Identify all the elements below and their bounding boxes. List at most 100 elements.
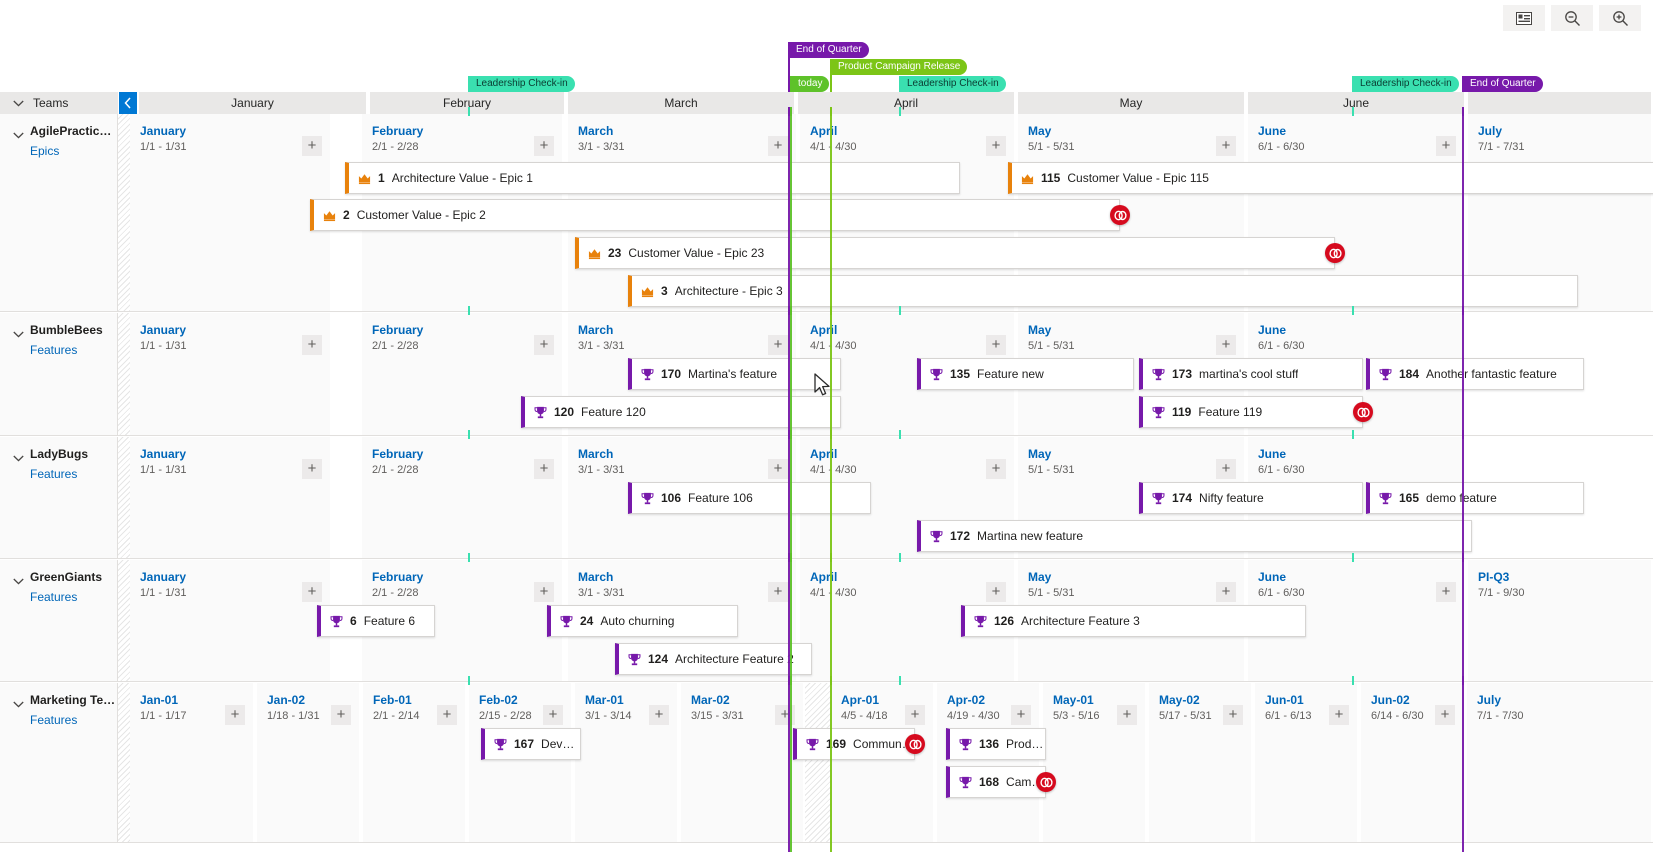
add-item-button[interactable]: +: [1216, 582, 1236, 602]
milestone-flag[interactable]: today: [792, 76, 830, 92]
feature-card[interactable]: 184 Another fantastic feature: [1366, 358, 1584, 390]
zoom-out-button[interactable]: [1551, 5, 1593, 31]
team-backlog-level-link[interactable]: Epics: [30, 144, 59, 158]
add-item-button[interactable]: +: [768, 459, 788, 479]
team-backlog-level-link[interactable]: Features: [30, 467, 77, 481]
team-collapse-chevron-icon[interactable]: [13, 449, 24, 467]
dependency-badge[interactable]: [1353, 402, 1373, 422]
feature-card[interactable]: 168Campa...: [946, 766, 1046, 798]
iteration-cell: May-02 5/17 - 5/31 +: [1149, 683, 1253, 842]
team-backlog-level-link[interactable]: Features: [30, 343, 77, 357]
feature-card[interactable]: 173 martina's cool stuff: [1139, 358, 1363, 390]
milestone-flag[interactable]: End of Quarter: [1464, 76, 1543, 92]
add-item-button[interactable]: +: [302, 136, 322, 156]
add-item-button[interactable]: +: [1436, 136, 1456, 156]
feature-card[interactable]: 170 Martina's feature: [628, 358, 841, 390]
feature-card[interactable]: 165 demo feature: [1366, 482, 1584, 514]
add-item-button[interactable]: +: [768, 582, 788, 602]
epic-card[interactable]: 1 Architecture Value - Epic 1: [345, 162, 960, 194]
feature-card[interactable]: 126 Architecture Feature 3: [961, 605, 1306, 637]
add-item-button[interactable]: +: [543, 705, 563, 725]
team-backlog-level-link[interactable]: Features: [30, 713, 77, 727]
iteration-cell: January 1/1 - 1/31 +: [130, 437, 332, 558]
dependency-link-icon: [1039, 777, 1053, 787]
feature-card[interactable]: 167 Develo...: [481, 728, 581, 760]
team-collapse-chevron-icon[interactable]: [13, 695, 24, 713]
add-item-button[interactable]: +: [986, 136, 1006, 156]
add-item-button[interactable]: +: [1329, 705, 1349, 725]
dependency-badge[interactable]: [1325, 243, 1345, 263]
milestone-flag[interactable]: Leadership Check-in: [901, 76, 1006, 92]
work-item-title: Architecture Value - Epic 1: [391, 171, 533, 185]
milestone-flag[interactable]: Product Campaign Release: [832, 59, 968, 75]
add-item-button[interactable]: +: [768, 136, 788, 156]
iteration-cell: Mar-01 3/1 - 3/14 +: [575, 683, 679, 842]
dependency-badge[interactable]: [905, 734, 925, 754]
teams-column-header[interactable]: Teams: [0, 92, 118, 114]
add-item-button[interactable]: +: [986, 335, 1006, 355]
add-item-button[interactable]: +: [1011, 705, 1031, 725]
add-item-button[interactable]: +: [437, 705, 457, 725]
feature-card[interactable]: 124 Architecture Feature 2: [615, 643, 812, 675]
feature-card[interactable]: 169Communica...: [793, 728, 915, 760]
add-item-button[interactable]: +: [986, 582, 1006, 602]
add-item-button[interactable]: +: [1117, 705, 1137, 725]
iteration-name: April: [810, 570, 838, 584]
add-item-button[interactable]: +: [1435, 705, 1455, 725]
add-item-button[interactable]: +: [534, 136, 554, 156]
add-item-button[interactable]: +: [534, 459, 554, 479]
feature-card[interactable]: 120 Feature 120: [521, 396, 841, 428]
milestone-flag[interactable]: Leadership Check-in: [470, 76, 575, 92]
top-toolbar: [0, 0, 1653, 36]
milestone-flag[interactable]: End of Quarter: [790, 42, 869, 58]
iteration-name: July: [1477, 693, 1502, 707]
feature-card[interactable]: 174 Nifty feature: [1139, 482, 1363, 514]
add-item-button[interactable]: +: [905, 705, 925, 725]
feature-card[interactable]: 106 Feature 106: [628, 482, 871, 514]
feature-card[interactable]: 24 Auto churning: [547, 605, 738, 637]
add-item-button[interactable]: +: [986, 459, 1006, 479]
milestone-flag[interactable]: Leadership Check-in: [1354, 76, 1459, 92]
add-item-button[interactable]: +: [775, 705, 795, 725]
epic-card[interactable]: 115 Customer Value - Epic 115: [1008, 162, 1653, 194]
dependency-badge[interactable]: [1110, 205, 1130, 225]
team-backlog-level-link[interactable]: Features: [30, 590, 77, 604]
add-item-button[interactable]: +: [1223, 705, 1243, 725]
add-item-button[interactable]: +: [1216, 136, 1236, 156]
feature-card[interactable]: 172 Martina new feature: [917, 520, 1472, 552]
milestone-tick: [899, 107, 901, 116]
iteration-dates: 4/1 - 4/30: [810, 340, 857, 352]
team-collapse-chevron-icon[interactable]: [13, 572, 24, 590]
epic-card[interactable]: 2 Customer Value - Epic 2: [310, 199, 1120, 231]
trophy-icon: [1152, 406, 1165, 418]
add-item-button[interactable]: +: [302, 335, 322, 355]
team-collapse-chevron-icon[interactable]: [13, 325, 24, 343]
add-item-button[interactable]: +: [534, 582, 554, 602]
add-item-button[interactable]: +: [302, 582, 322, 602]
crown-icon: [641, 286, 654, 297]
feature-card[interactable]: 6 Feature 6: [317, 605, 435, 637]
add-item-button[interactable]: +: [1216, 335, 1236, 355]
work-item-id: 2: [343, 208, 350, 222]
feature-card[interactable]: 136 Produc...: [946, 728, 1046, 760]
dependency-badge[interactable]: [1036, 772, 1056, 792]
team-label-cell: LadyBugs Features: [0, 437, 118, 558]
add-item-button[interactable]: +: [331, 705, 351, 725]
legend-toggle-button[interactable]: [1503, 5, 1545, 31]
epic-card[interactable]: 23 Customer Value - Epic 23: [575, 237, 1335, 269]
add-item-button[interactable]: +: [302, 459, 322, 479]
feature-card[interactable]: 119 Feature 119: [1139, 396, 1363, 428]
feature-card[interactable]: 135 Feature new: [917, 358, 1134, 390]
add-item-button[interactable]: +: [768, 335, 788, 355]
milestone-tick: [468, 107, 470, 116]
add-item-button[interactable]: +: [1436, 582, 1456, 602]
add-item-button[interactable]: +: [649, 705, 669, 725]
add-item-button[interactable]: +: [534, 335, 554, 355]
work-item-id: 172: [950, 529, 971, 543]
scroll-left-button[interactable]: [119, 92, 137, 114]
zoom-in-button[interactable]: [1599, 5, 1641, 31]
add-item-button[interactable]: +: [225, 705, 245, 725]
epic-card[interactable]: 3 Architecture - Epic 3: [628, 275, 1578, 307]
team-collapse-chevron-icon[interactable]: [13, 126, 24, 144]
add-item-button[interactable]: +: [1216, 459, 1236, 479]
